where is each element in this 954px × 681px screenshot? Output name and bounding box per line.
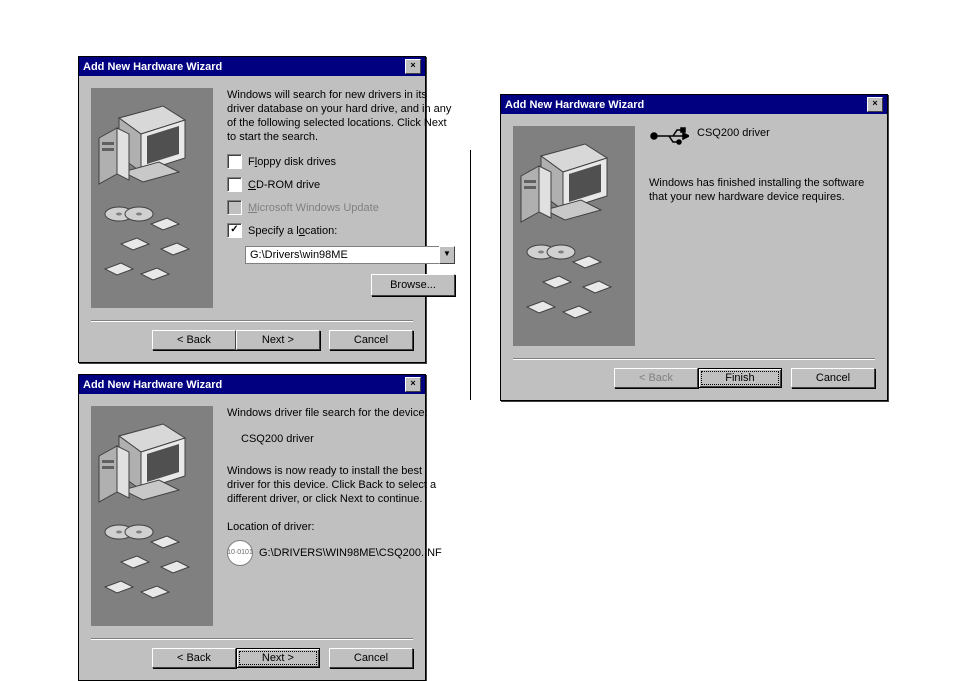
dialog-search-locations: Add New Hardware Wizard × Windows will s… bbox=[78, 56, 426, 363]
location-input[interactable] bbox=[245, 246, 439, 264]
back-button[interactable]: < Back bbox=[152, 648, 236, 668]
checkbox-cdrom[interactable] bbox=[227, 177, 242, 192]
wizard-graphic bbox=[513, 126, 635, 346]
ready-text: Windows is now ready to install the best… bbox=[227, 464, 442, 506]
wizard-graphic bbox=[91, 406, 213, 626]
location-label: Location of driver: bbox=[227, 520, 442, 534]
titlebar: Add New Hardware Wizard × bbox=[501, 95, 887, 114]
label-windows-update: Microsoft Windows Update bbox=[248, 201, 379, 215]
finish-button[interactable]: Finish bbox=[698, 368, 782, 388]
intro-text: Windows will search for new drivers in i… bbox=[227, 88, 455, 144]
cancel-button[interactable]: Cancel bbox=[791, 368, 875, 388]
close-icon[interactable]: × bbox=[405, 59, 421, 74]
separator bbox=[91, 320, 413, 322]
close-icon[interactable]: × bbox=[405, 377, 421, 392]
label-specify-location: Specify a location: bbox=[248, 224, 337, 238]
search-heading: Windows driver file search for the devic… bbox=[227, 406, 442, 420]
back-button: < Back bbox=[614, 368, 698, 388]
usb-icon bbox=[649, 126, 689, 146]
checkbox-windows-update bbox=[227, 200, 242, 215]
cancel-button[interactable]: Cancel bbox=[329, 330, 413, 350]
title-text: Add New Hardware Wizard bbox=[83, 379, 222, 391]
title-text: Add New Hardware Wizard bbox=[83, 61, 222, 73]
dialog-ready-install: Add New Hardware Wizard × Windows driver… bbox=[78, 374, 426, 681]
device-name: CSQ200 driver bbox=[241, 432, 442, 446]
label-floppy: Floppy disk drives bbox=[248, 155, 336, 169]
divider-line-1 bbox=[470, 150, 471, 400]
checkbox-floppy[interactable] bbox=[227, 154, 242, 169]
next-button[interactable]: Next > bbox=[236, 330, 320, 350]
title-text: Add New Hardware Wizard bbox=[505, 99, 644, 111]
inf-file-icon: 10·0101 bbox=[227, 540, 253, 566]
next-button[interactable]: Next > bbox=[236, 648, 320, 668]
browse-button[interactable]: Browse... bbox=[371, 274, 455, 296]
back-button[interactable]: < Back bbox=[152, 330, 236, 350]
titlebar: Add New Hardware Wizard × bbox=[79, 375, 425, 394]
dialog-finished: Add New Hardware Wizard × CSQ200 driver … bbox=[500, 94, 888, 401]
separator bbox=[91, 638, 413, 640]
finished-text: Windows has finished installing the soft… bbox=[649, 176, 875, 204]
device-name: CSQ200 driver bbox=[697, 126, 770, 140]
close-icon[interactable]: × bbox=[867, 97, 883, 112]
label-cdrom: CD-ROM drive bbox=[248, 178, 320, 192]
wizard-graphic bbox=[91, 88, 213, 308]
cancel-button[interactable]: Cancel bbox=[329, 648, 413, 668]
driver-path: G:\DRIVERS\WIN98ME\CSQ200.INF bbox=[259, 546, 442, 560]
dropdown-icon[interactable]: ▼ bbox=[439, 246, 455, 264]
titlebar: Add New Hardware Wizard × bbox=[79, 57, 425, 76]
separator bbox=[513, 358, 875, 360]
checkbox-specify-location[interactable] bbox=[227, 223, 242, 238]
